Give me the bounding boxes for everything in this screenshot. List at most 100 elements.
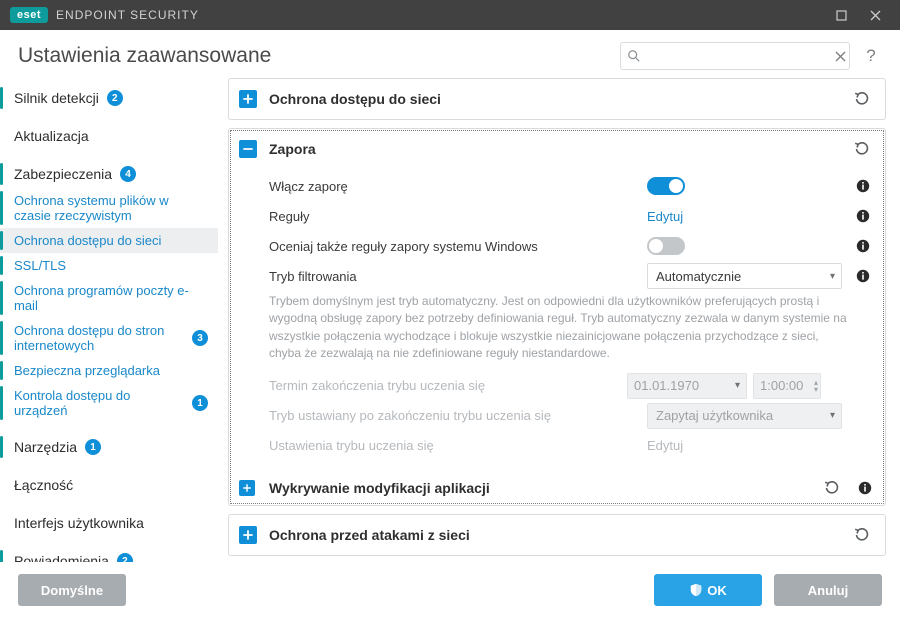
sidebar-item-label: Interfejs użytkownika bbox=[14, 515, 144, 531]
select-value: Zapytaj użytkownika bbox=[656, 408, 773, 423]
sidebar-item-web-access[interactable]: Ochrona dostępu do stron internetowych 3 bbox=[0, 318, 218, 358]
sidebar-badge: 2 bbox=[117, 553, 133, 562]
info-button[interactable] bbox=[849, 480, 873, 496]
sidebar-item-ssl-tls[interactable]: SSL/TLS bbox=[0, 253, 218, 278]
sidebar-badge: 3 bbox=[192, 330, 208, 346]
revert-button[interactable] bbox=[821, 477, 843, 499]
filter-mode-description: Trybem domyślnym jest tryb automatyczny.… bbox=[269, 291, 871, 371]
help-button[interactable]: ? bbox=[860, 46, 882, 66]
chevron-down-icon: ▾ bbox=[830, 271, 835, 282]
row-learn-settings: Ustawienia trybu uczenia się Edytuj bbox=[269, 431, 871, 461]
sidebar-item-connectivity[interactable]: Łączność bbox=[0, 471, 218, 499]
sidebar-item-label: Bezpieczna przeglądarka bbox=[14, 363, 160, 378]
sidebar-item-device-control[interactable]: Kontrola dostępu do urządzeń 1 bbox=[0, 383, 218, 423]
revert-icon bbox=[824, 480, 840, 496]
setting-label: Reguły bbox=[269, 209, 647, 224]
time-value: 1:00:00 bbox=[760, 378, 803, 393]
info-button[interactable] bbox=[847, 238, 871, 254]
panel-title: Zapora bbox=[269, 141, 851, 157]
row-rules: Reguły Edytuj bbox=[269, 201, 871, 231]
row-after-learn-mode: Tryb ustawiany po zakończeniu trybu ucze… bbox=[269, 401, 871, 431]
collapse-icon bbox=[239, 140, 257, 158]
brand-badge: eset bbox=[10, 7, 48, 23]
sidebar-badge: 2 bbox=[107, 90, 123, 106]
setting-label: Oceniaj także reguły zapory systemu Wind… bbox=[269, 239, 647, 254]
panel-firewall: Zapora Włącz zaporę Re bbox=[228, 128, 886, 506]
sidebar-item-detection-engine[interactable]: Silnik detekcji 2 bbox=[0, 84, 218, 112]
sub-panel-app-modification[interactable]: Wykrywanie modyfikacji aplikacji bbox=[229, 471, 885, 505]
ok-button-label: OK bbox=[707, 583, 727, 598]
after-learn-mode-select: Zapytaj użytkownika ▾ bbox=[647, 403, 842, 429]
learn-end-time-input: 1:00:00 ▴▾ bbox=[753, 373, 821, 399]
info-icon bbox=[857, 480, 873, 496]
window-close-button[interactable] bbox=[858, 0, 892, 30]
brand-name: ENDPOINT SECURITY bbox=[56, 8, 199, 22]
info-icon bbox=[855, 268, 871, 284]
row-filter-mode: Tryb filtrowania Automatycznie ▾ bbox=[269, 261, 871, 291]
sidebar-item-label: Kontrola dostępu do urządzeń bbox=[14, 388, 184, 418]
revert-button[interactable] bbox=[851, 524, 873, 546]
page-title: Ustawienia zaawansowane bbox=[18, 44, 620, 68]
row-learn-end: Termin zakończenia trybu uczenia się 01.… bbox=[269, 371, 871, 401]
titlebar: eset ENDPOINT SECURITY bbox=[0, 0, 900, 30]
panel-title: Ochrona przed atakami z sieci bbox=[269, 527, 851, 543]
search-input[interactable] bbox=[641, 43, 825, 69]
sidebar-item-realtime-fs[interactable]: Ochrona systemu plików w czasie rzeczywi… bbox=[0, 188, 218, 228]
sub-panel-title: Wykrywanie modyfikacji aplikacji bbox=[269, 480, 821, 496]
panel-network-access: Ochrona dostępu do sieci bbox=[228, 78, 886, 120]
info-button[interactable] bbox=[847, 268, 871, 284]
revert-icon bbox=[854, 91, 870, 107]
setting-label: Włącz zaporę bbox=[269, 179, 647, 194]
edit-rules-link[interactable]: Edytuj bbox=[647, 209, 683, 224]
search-box[interactable] bbox=[620, 42, 850, 70]
window-maximize-button[interactable] bbox=[824, 0, 858, 30]
sidebar-item-label: Ochrona programów poczty e-mail bbox=[14, 283, 208, 313]
setting-label: Termin zakończenia trybu uczenia się bbox=[269, 378, 627, 393]
search-clear-button[interactable] bbox=[825, 51, 849, 62]
setting-label: Tryb ustawiany po zakończeniu trybu ucze… bbox=[269, 408, 647, 423]
info-icon bbox=[855, 178, 871, 194]
chevron-down-icon: ▾ bbox=[735, 380, 740, 391]
info-icon bbox=[855, 208, 871, 224]
learn-end-date-input: 01.01.1970 ▾ bbox=[627, 373, 747, 399]
sidebar-badge: 4 bbox=[120, 166, 136, 182]
sidebar-item-label: Aktualizacja bbox=[14, 128, 89, 144]
sidebar-item-update[interactable]: Aktualizacja bbox=[0, 122, 218, 150]
sidebar-badge: 1 bbox=[85, 439, 101, 455]
spinner-icon: ▴▾ bbox=[814, 379, 818, 393]
sidebar-item-email-protection[interactable]: Ochrona programów poczty e-mail bbox=[0, 278, 218, 318]
toggle-eval-windows-rules[interactable] bbox=[647, 237, 685, 255]
sidebar-item-label: SSL/TLS bbox=[14, 258, 66, 273]
filter-mode-select[interactable]: Automatycznie ▾ bbox=[647, 263, 842, 289]
revert-icon bbox=[854, 141, 870, 157]
header: Ustawienia zaawansowane ? bbox=[0, 30, 900, 78]
ok-button[interactable]: OK bbox=[654, 574, 762, 606]
sidebar-item-notifications[interactable]: Powiadomienia 2 bbox=[0, 547, 218, 562]
panel-title: Ochrona dostępu do sieci bbox=[269, 91, 851, 107]
panel-network-attack: Ochrona przed atakami z sieci bbox=[228, 514, 886, 556]
sidebar: Silnik detekcji 2 Aktualizacja Zabezpiec… bbox=[0, 78, 222, 562]
panel-header-network-attack[interactable]: Ochrona przed atakami z sieci bbox=[229, 515, 885, 555]
revert-button[interactable] bbox=[851, 88, 873, 110]
cancel-button[interactable]: Anuluj bbox=[774, 574, 882, 606]
select-value: Automatycznie bbox=[656, 269, 741, 284]
sidebar-item-protections[interactable]: Zabezpieczenia 4 bbox=[0, 160, 218, 188]
defaults-button[interactable]: Domyślne bbox=[18, 574, 126, 606]
sidebar-item-network-access[interactable]: Ochrona dostępu do sieci bbox=[0, 228, 218, 253]
row-enable-firewall: Włącz zaporę bbox=[269, 171, 871, 201]
revert-icon bbox=[854, 527, 870, 543]
panel-header-firewall[interactable]: Zapora bbox=[229, 129, 885, 169]
edit-learn-settings-link: Edytuj bbox=[647, 438, 683, 453]
revert-button[interactable] bbox=[851, 138, 873, 160]
panel-header-network-access[interactable]: Ochrona dostępu do sieci bbox=[229, 79, 885, 119]
sidebar-item-secure-browser[interactable]: Bezpieczna przeglądarka bbox=[0, 358, 218, 383]
info-button[interactable] bbox=[847, 208, 871, 224]
sidebar-item-tools[interactable]: Narzędzia 1 bbox=[0, 433, 218, 461]
toggle-enable-firewall[interactable] bbox=[647, 177, 685, 195]
chevron-down-icon: ▾ bbox=[830, 410, 835, 421]
setting-label: Ustawienia trybu uczenia się bbox=[269, 438, 647, 453]
info-button[interactable] bbox=[847, 178, 871, 194]
sidebar-item-label: Powiadomienia bbox=[14, 553, 109, 562]
sidebar-item-ui[interactable]: Interfejs użytkownika bbox=[0, 509, 218, 537]
expand-icon bbox=[239, 90, 257, 108]
